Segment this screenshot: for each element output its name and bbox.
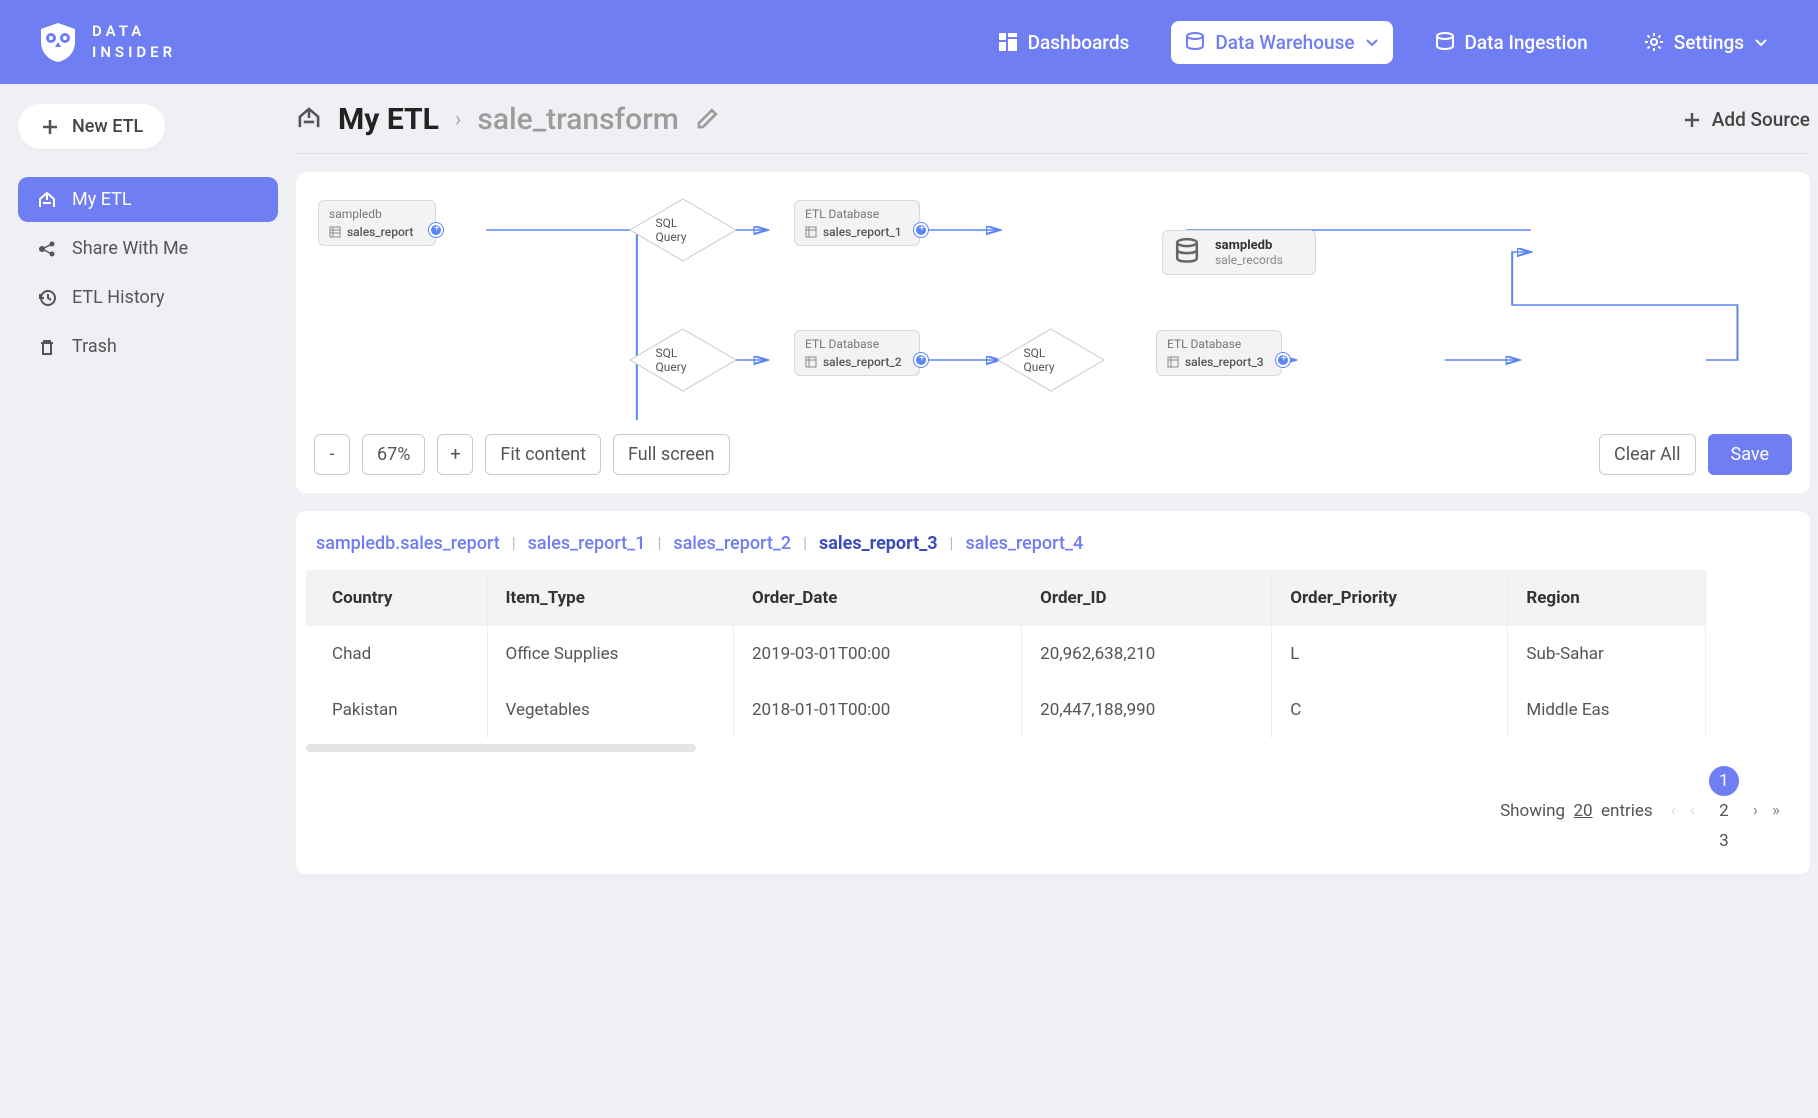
column-header[interactable]: Region — [1508, 570, 1706, 626]
plus-icon — [40, 117, 60, 137]
zoom-in-button[interactable]: + — [437, 434, 473, 475]
port-add[interactable]: + — [914, 353, 928, 367]
port-add[interactable]: + — [914, 223, 928, 237]
column-header[interactable]: Order_Priority — [1272, 570, 1508, 626]
nav-dashboards[interactable]: Dashboards — [984, 21, 1144, 64]
breadcrumb-root[interactable]: My ETL — [338, 102, 439, 137]
brand-line1: DATA — [92, 21, 176, 42]
node-sql-query-2[interactable]: SQL Query — [628, 327, 738, 393]
nav-settings[interactable]: Settings — [1630, 21, 1782, 64]
canvas-toolbar: - 67% + Fit content Full screen Clear Al… — [314, 434, 1792, 475]
page-next[interactable]: › — [1753, 801, 1758, 821]
column-header[interactable]: Item_Type — [487, 570, 733, 626]
breadcrumb-current: sale_transform — [477, 102, 679, 137]
zoom-out-button[interactable]: - — [314, 434, 350, 475]
database-icon — [1185, 32, 1205, 52]
gear-icon — [1644, 32, 1664, 52]
column-header[interactable]: Order_Date — [733, 570, 1021, 626]
port-add[interactable]: + — [429, 223, 443, 237]
trash-icon — [36, 337, 58, 357]
brand-logo: DATA INSIDER — [36, 20, 176, 64]
new-etl-button[interactable]: New ETL — [18, 104, 165, 149]
node-sql-query-3[interactable]: SQL Query — [996, 327, 1106, 393]
breadcrumb: My ETL › sale_transform Add Source — [296, 84, 1810, 154]
page-size[interactable]: 20 — [1574, 801, 1593, 821]
preview-tab[interactable]: sales_report_1 — [528, 533, 646, 554]
full-screen-button[interactable]: Full screen — [613, 434, 730, 475]
node-source-sampledb[interactable]: sampledb sales_report — [318, 200, 436, 246]
preview-tab[interactable]: sales_report_4 — [965, 533, 1083, 554]
chevron-right-icon: › — [455, 107, 462, 132]
table-icon — [805, 226, 817, 238]
column-header[interactable]: Order_ID — [1022, 570, 1272, 626]
data-preview-panel: sampledb.sales_report|sales_report_1|sal… — [296, 511, 1810, 874]
table-row[interactable]: PakistanVegetables2018-01-01T00:0020,447… — [306, 682, 1706, 738]
app-header: DATA INSIDER Dashboards Data Warehouse D… — [0, 0, 1818, 84]
fit-content-button[interactable]: Fit content — [485, 434, 601, 475]
database-icon — [1173, 237, 1203, 268]
dashboard-icon — [998, 32, 1018, 52]
sidebar-item-my-etl[interactable]: My ETL — [18, 177, 278, 222]
etl-canvas-panel: sampledb sales_report + SQL Query ETL Da… — [296, 172, 1810, 493]
sidebar: New ETL My ETL Share With Me ETL History… — [0, 84, 296, 894]
table-header-row: CountryItem_TypeOrder_DateOrder_IDOrder_… — [306, 570, 1706, 626]
data-table: CountryItem_TypeOrder_DateOrder_IDOrder_… — [306, 570, 1706, 738]
table-row[interactable]: ChadOffice Supplies2019-03-01T00:0020,96… — [306, 626, 1706, 682]
brand-line2: INSIDER — [92, 42, 176, 63]
node-etl-db-1[interactable]: ETL Database sales_report_1 — [794, 200, 920, 246]
preview-tabs: sampledb.sales_report|sales_report_1|sal… — [296, 533, 1810, 570]
clear-all-button[interactable]: Clear All — [1599, 434, 1696, 475]
column-header[interactable]: Country — [306, 570, 487, 626]
preview-tab[interactable]: sampledb.sales_report — [316, 533, 500, 554]
nav-data-warehouse[interactable]: Data Warehouse — [1171, 21, 1392, 64]
sidebar-item-trash[interactable]: Trash — [18, 324, 278, 369]
pagination: Showing 20 entries ‹ ‹ 123 › » — [296, 752, 1810, 856]
sidebar-item-history[interactable]: ETL History — [18, 275, 278, 320]
add-source-button[interactable]: Add Source — [1682, 108, 1810, 131]
sidebar-item-share[interactable]: Share With Me — [18, 226, 278, 271]
chevron-down-icon — [1365, 35, 1379, 49]
table-icon — [1167, 356, 1179, 368]
page-number[interactable]: 2 — [1709, 796, 1739, 826]
preview-tab[interactable]: sales_report_3 — [819, 533, 938, 554]
nav-data-ingestion[interactable]: Data Ingestion — [1421, 21, 1602, 64]
chevron-down-icon — [1754, 35, 1768, 49]
horizontal-scrollbar[interactable] — [306, 744, 696, 752]
node-destination[interactable]: sampledbsale_records — [1162, 230, 1316, 275]
share-icon — [36, 239, 58, 259]
port-add[interactable]: + — [1276, 353, 1290, 367]
node-etl-db-2[interactable]: ETL Database sales_report_2 — [794, 330, 920, 376]
preview-tab[interactable]: sales_report_2 — [673, 533, 791, 554]
page-prev[interactable]: ‹ — [1671, 801, 1676, 821]
page-prev-one[interactable]: ‹ — [1690, 801, 1695, 821]
top-nav: Dashboards Data Warehouse Data Ingestion… — [984, 21, 1782, 64]
save-button[interactable]: Save — [1708, 434, 1793, 475]
history-icon — [36, 288, 58, 308]
page-number[interactable]: 1 — [1709, 766, 1739, 796]
plus-icon — [1682, 110, 1702, 130]
page-number[interactable]: 3 — [1709, 826, 1739, 856]
ingestion-icon — [1435, 32, 1455, 52]
zoom-level[interactable]: 67% — [362, 434, 425, 475]
page-last[interactable]: » — [1772, 801, 1780, 821]
owl-shield-icon — [36, 20, 80, 64]
flow-icon — [36, 190, 58, 210]
node-sql-query-1[interactable]: SQL Query — [628, 197, 738, 263]
etl-diagram[interactable]: sampledb sales_report + SQL Query ETL Da… — [314, 190, 1792, 422]
edit-name-button[interactable] — [695, 105, 721, 135]
table-icon — [329, 226, 341, 238]
table-icon — [805, 356, 817, 368]
breadcrumb-home-icon[interactable] — [296, 105, 322, 135]
node-etl-db-3[interactable]: ETL Database sales_report_3 — [1156, 330, 1282, 376]
